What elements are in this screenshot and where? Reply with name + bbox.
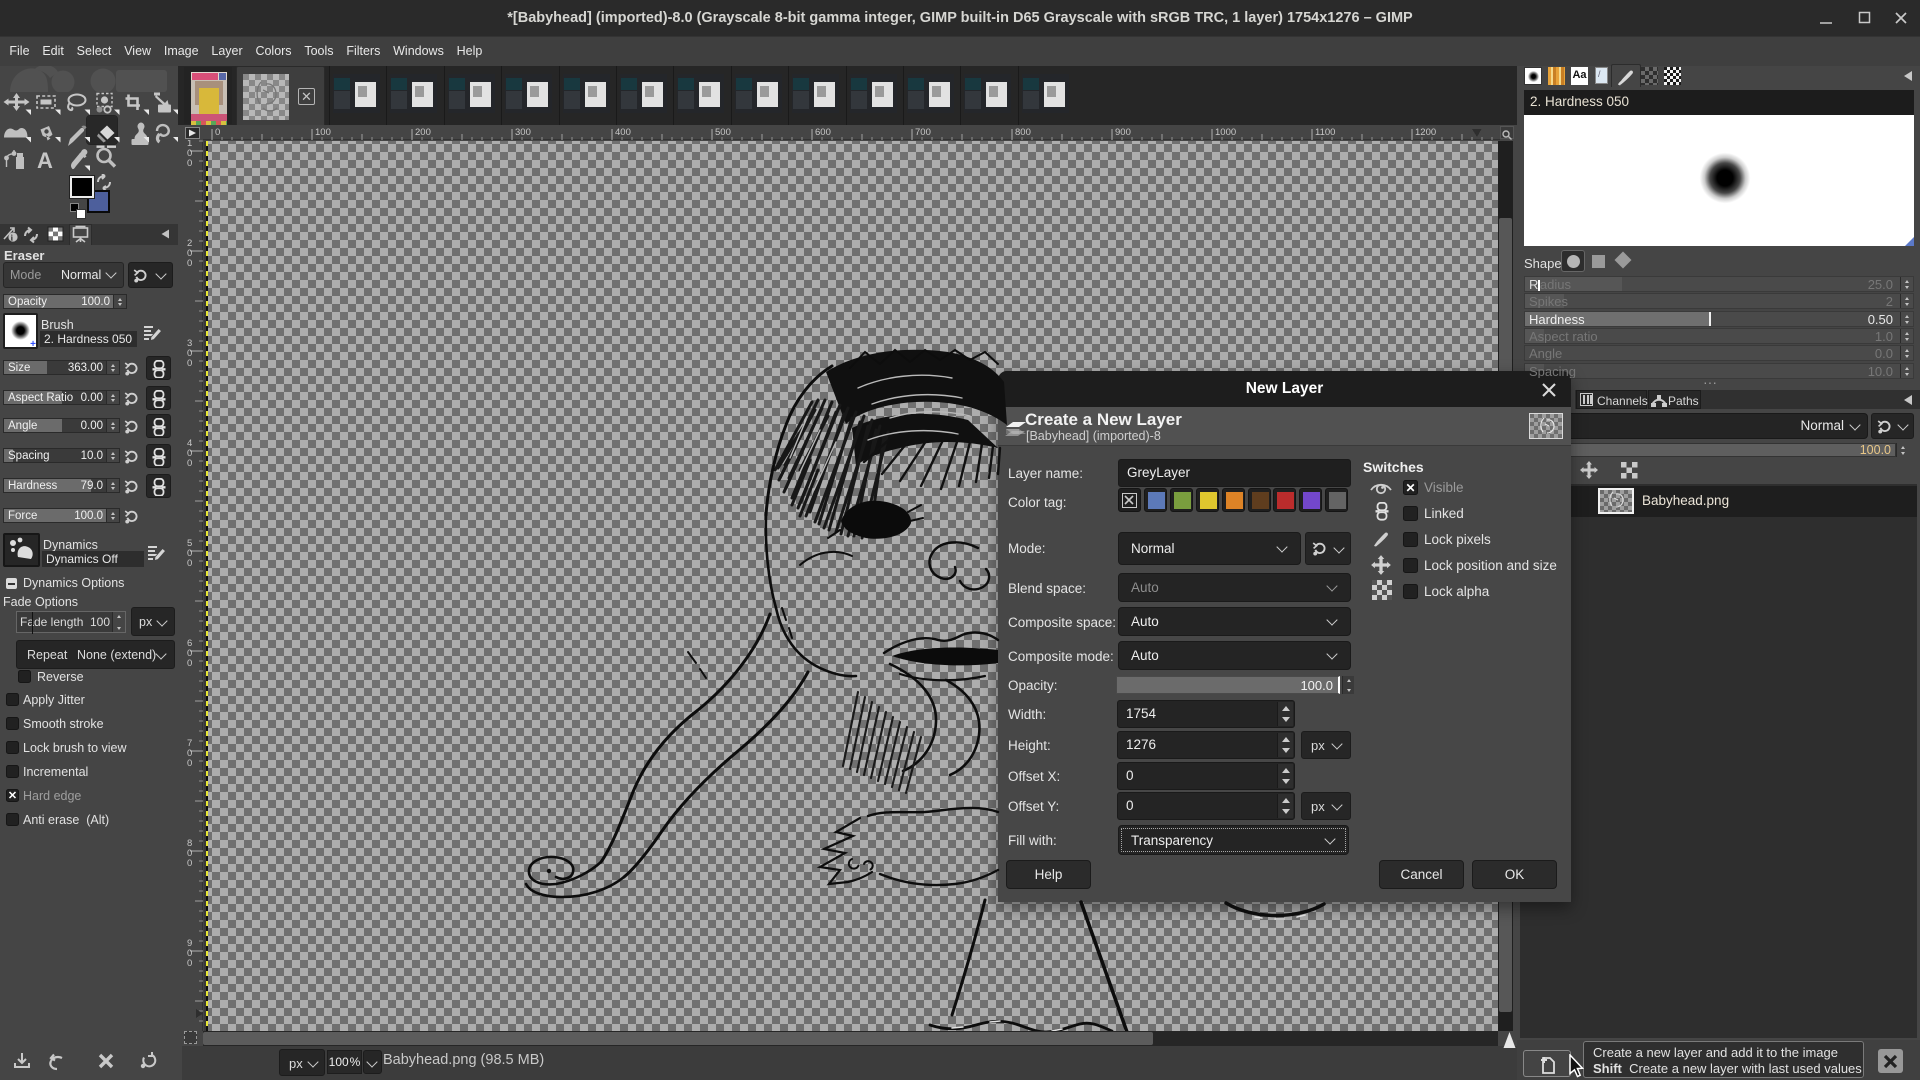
svg-text:1000: 1000	[1215, 127, 1236, 138]
svg-text:0: 0	[187, 158, 192, 169]
svg-text:0: 0	[187, 858, 192, 869]
svg-text:400: 400	[615, 127, 631, 138]
svg-text:800: 800	[1015, 127, 1031, 138]
svg-text:700: 700	[915, 127, 931, 138]
svg-text:0: 0	[215, 127, 220, 138]
svg-text:0: 0	[187, 358, 192, 369]
svg-text:200: 200	[415, 127, 431, 138]
svg-text:0: 0	[187, 458, 192, 469]
svg-text:900: 900	[1115, 127, 1131, 138]
svg-text:300: 300	[515, 127, 531, 138]
svg-text:0: 0	[187, 658, 192, 669]
svg-text:100: 100	[315, 127, 331, 138]
svg-text:A: A	[37, 148, 53, 171]
svg-text:1200: 1200	[1415, 127, 1436, 138]
svg-text:0: 0	[187, 758, 192, 769]
svg-text:0: 0	[187, 958, 192, 969]
svg-text:500: 500	[715, 127, 731, 138]
svg-text:0: 0	[187, 258, 192, 269]
svg-text:0: 0	[187, 558, 192, 569]
svg-text:1100: 1100	[1315, 127, 1335, 138]
svg-text:600: 600	[815, 127, 831, 138]
